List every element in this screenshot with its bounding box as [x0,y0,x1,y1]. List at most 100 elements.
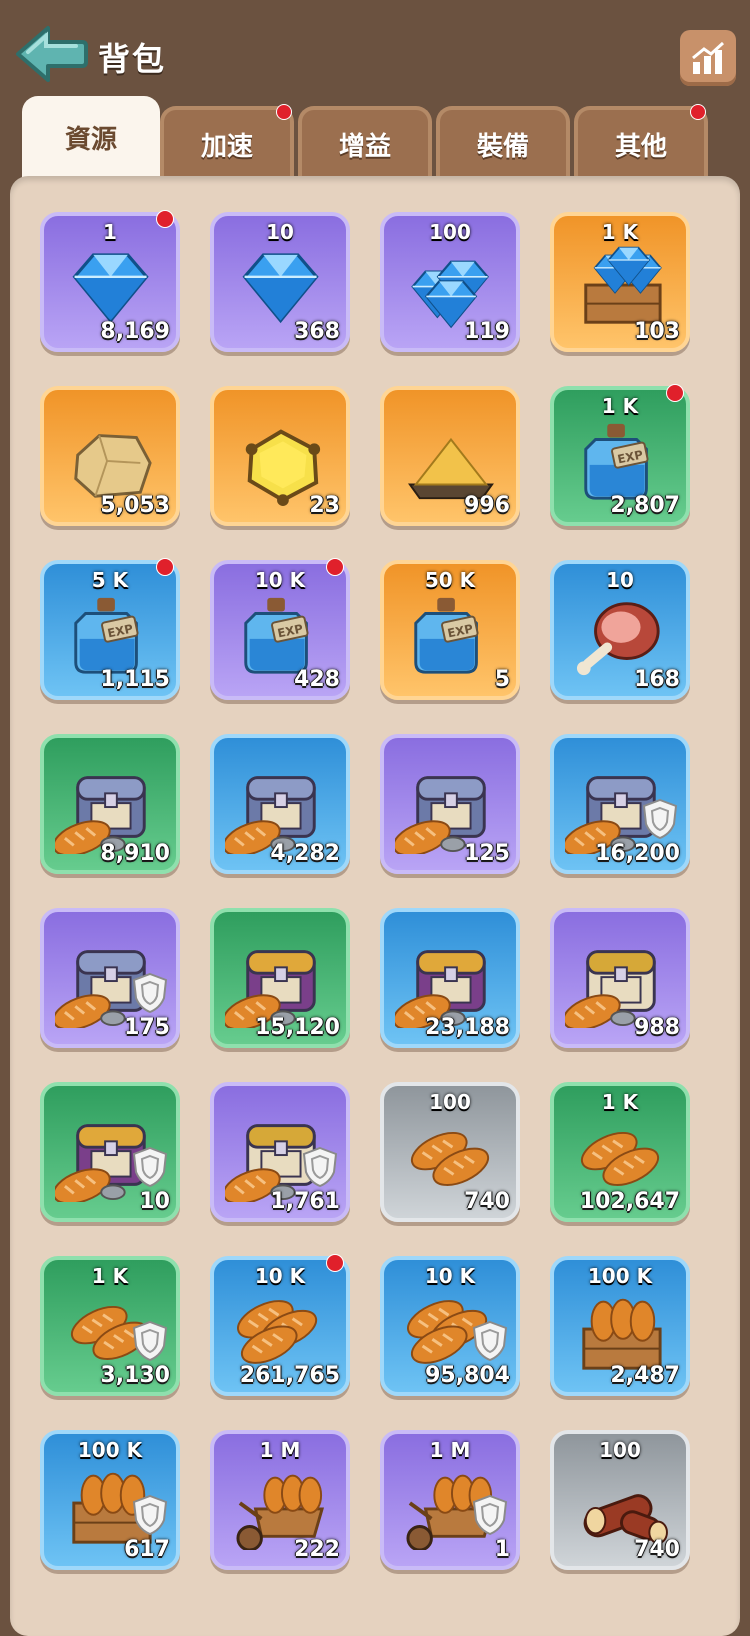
bar-chart-icon [692,41,725,74]
inventory-item[interactable]: 175 [40,908,180,1048]
inventory-item[interactable]: EXP 1 K 2,807 [550,386,690,526]
inventory-item[interactable]: 1 K 102,647 [550,1082,690,1222]
item-count: 1,115 [100,667,170,692]
tab-4[interactable]: 其他 [574,104,708,178]
item-denomination: 1 [103,220,117,244]
exp-potion-icon: EXP [414,598,479,674]
page-title: 背包 [98,40,167,78]
item-count: 222 [294,1537,340,1562]
item-denomination: 10 [606,568,634,592]
inventory-item[interactable]: EXP 10 K 428 [210,560,350,700]
item-denomination: 10 K [254,568,306,592]
inventory-item[interactable]: 4,282 [210,734,350,874]
inventory-item[interactable]: 1 K 3,130 [40,1256,180,1396]
shield-icon [472,1494,508,1536]
notification-dot [276,104,292,120]
inventory-item[interactable]: 10 K 261,765 [210,1256,350,1396]
item-count: 125 [464,841,510,866]
inventory-item[interactable]: 10 168 [550,560,690,700]
item-count: 740 [634,1537,680,1562]
item-count: 368 [294,319,340,344]
item-count: 428 [294,667,340,692]
item-count: 103 [634,319,680,344]
item-count: 2,807 [610,493,680,518]
tab-0[interactable]: 資源 [22,96,160,178]
inventory-item[interactable]: 100 740 [550,1430,690,1570]
inventory-item[interactable]: 23 [210,386,350,526]
item-count: 8,910 [100,841,170,866]
inventory-item[interactable]: 8,910 [40,734,180,874]
item-denomination: 10 K [424,1264,476,1288]
notification-dot [690,104,706,120]
item-count: 5 [494,667,510,692]
inventory-item[interactable]: 100 740 [380,1082,520,1222]
inventory-item[interactable]: 1 8,169 [40,212,180,352]
item-count: 4,282 [270,841,340,866]
inventory-item[interactable]: 988 [550,908,690,1048]
inventory-item[interactable]: 16,200 [550,734,690,874]
inventory-item[interactable]: 15,120 [210,908,350,1048]
item-count: 1,761 [270,1189,340,1214]
item-count: 8,169 [100,319,170,344]
inventory-item[interactable]: 10 [40,1082,180,1222]
item-count: 23 [309,493,340,518]
back-button[interactable] [14,22,88,86]
item-count: 996 [464,493,510,518]
tab-label: 其他 [614,131,667,162]
tab-2[interactable]: 增益 [298,106,432,178]
inventory-item[interactable]: 125 [380,734,520,874]
inventory-item[interactable]: 10 368 [210,212,350,352]
item-denomination: 1 K [601,1090,639,1114]
item-count: 168 [634,667,680,692]
item-denomination: 100 K [587,1264,653,1288]
item-denomination: 1 K [601,394,639,418]
inventory-item[interactable]: EXP 5 K 1,115 [40,560,180,700]
item-count: 740 [464,1189,510,1214]
inventory-item[interactable]: 1,761 [210,1082,350,1222]
notification-dot [156,558,174,576]
inventory-item[interactable]: 100 K 2,487 [550,1256,690,1396]
item-count: 5,053 [100,493,170,518]
inventory-item[interactable]: 100 119 [380,212,520,352]
shield-icon [472,1320,508,1362]
item-denomination: 10 K [254,1264,306,1288]
item-count: 23,188 [425,1015,510,1040]
item-denomination: 50 K [424,568,476,592]
inventory-item[interactable]: 10 K 95,804 [380,1256,520,1396]
inventory-item[interactable]: 100 K 617 [40,1430,180,1570]
notification-dot [156,210,174,228]
item-denomination: 100 K [77,1438,143,1462]
item-count: 2,487 [610,1363,680,1388]
inventory-item[interactable]: 996 [380,386,520,526]
tab-1[interactable]: 加速 [160,104,294,178]
item-denomination: 100 [599,1438,641,1462]
item-count: 617 [124,1537,170,1562]
shield-icon [132,1494,168,1536]
item-count: 16,200 [595,841,680,866]
item-count: 95,804 [425,1363,510,1388]
item-denomination: 100 [429,1090,471,1114]
notification-dot [326,558,344,576]
item-denomination: 5 K [91,568,129,592]
item-count: 261,765 [239,1363,340,1388]
item-count: 119 [464,319,510,344]
inventory-item[interactable]: 1 M 222 [210,1430,350,1570]
item-count: 175 [124,1015,170,1040]
tab-3[interactable]: 裝備 [436,106,570,178]
tab-label: 裝備 [476,131,529,162]
inventory-item[interactable]: 5,053 [40,386,180,526]
item-denomination: 100 [429,220,471,244]
item-denomination: 1 M [429,1438,471,1462]
inventory-item[interactable]: 23,188 [380,908,520,1048]
inventory-item[interactable]: 1 M 1 [380,1430,520,1570]
inventory-item[interactable]: EXP 50 K 5 [380,560,520,700]
shield-icon [132,1320,168,1362]
notification-dot [666,384,684,402]
shield-icon [132,972,168,1014]
item-count: 988 [634,1015,680,1040]
item-count: 102,647 [579,1189,680,1214]
item-count: 10 [139,1189,170,1214]
inventory-item[interactable]: 1 K 103 [550,212,690,352]
item-count: 1 [494,1537,510,1562]
stats-button[interactable] [680,30,736,86]
